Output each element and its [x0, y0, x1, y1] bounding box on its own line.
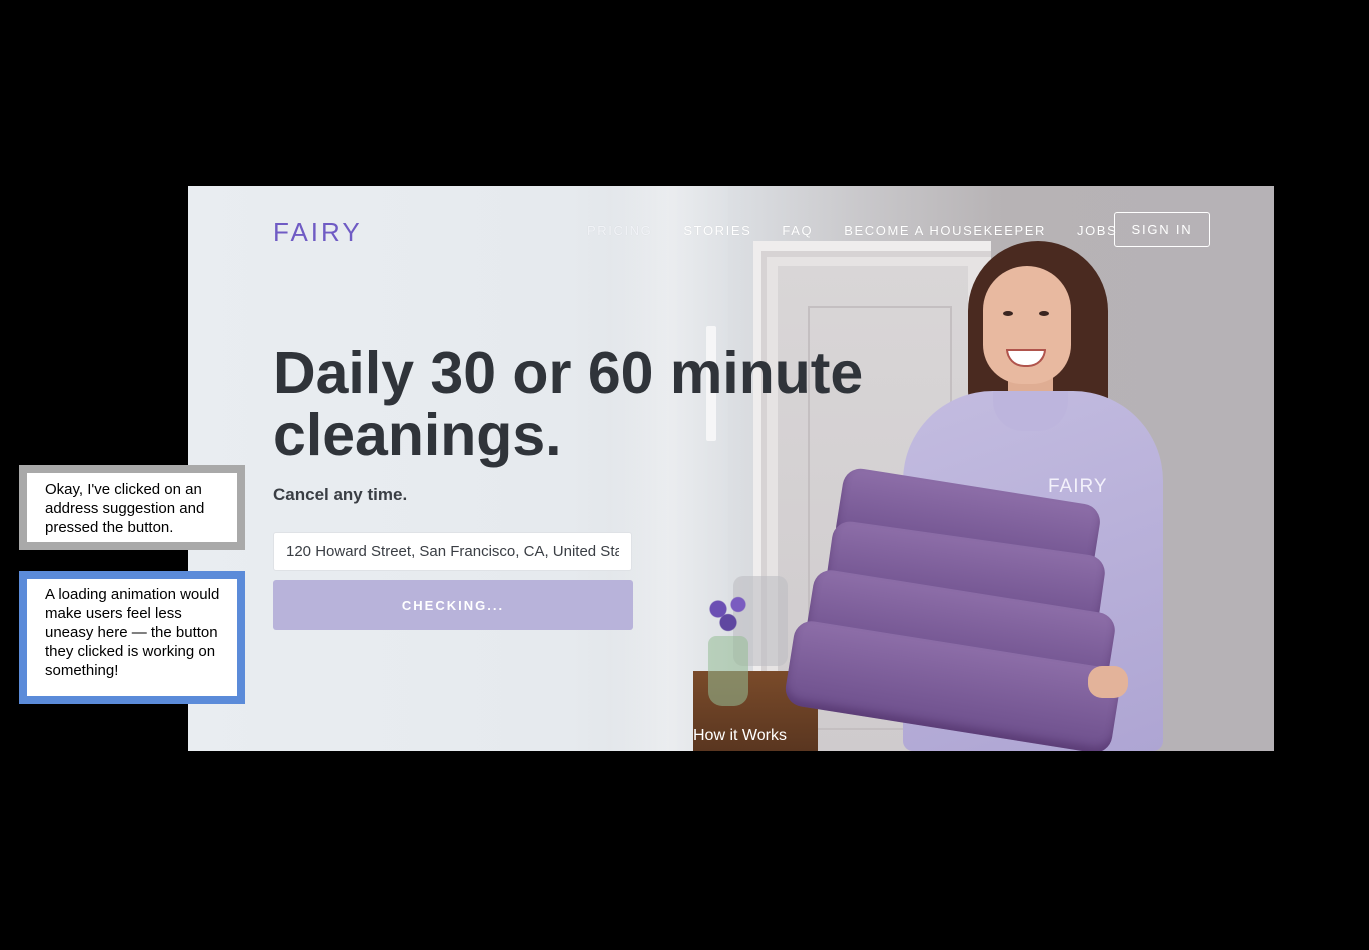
main-nav: PRICING STORIES FAQ BECOME A HOUSEKEEPER… [587, 223, 1148, 238]
nav-stories[interactable]: STORIES [683, 223, 751, 238]
nav-become-housekeeper[interactable]: BECOME A HOUSEKEEPER [844, 223, 1046, 238]
nav-jobs[interactable]: JOBS [1077, 223, 1117, 238]
sign-in-button[interactable]: SIGN IN [1114, 212, 1210, 247]
housekeeper-hand [1088, 666, 1128, 698]
annotation-note-action: Okay, I've clicked on an address suggest… [19, 465, 245, 550]
left-eye [1003, 311, 1013, 316]
right-eye [1039, 311, 1049, 316]
hero-subhead: Cancel any time. [273, 485, 408, 504]
shirt-logo: FAIRY [1048, 476, 1108, 497]
nav-pricing[interactable]: PRICING [587, 223, 652, 238]
presentation-slide: FAIRY FAIRY PRICING STORIES FAQ BECOME A… [0, 0, 1369, 950]
check-availability-button[interactable]: CHECKING... [273, 580, 633, 630]
address-input[interactable] [273, 532, 632, 571]
annotation-note-suggestion: A loading animation would make users fee… [19, 571, 245, 704]
flowers [703, 591, 753, 636]
hero-headline: Daily 30 or 60 minute cleanings. [273, 340, 864, 468]
how-it-works-link[interactable]: How it Works [693, 727, 787, 745]
nav-faq[interactable]: FAQ [782, 223, 813, 238]
fairy-logo[interactable]: FAIRY [273, 217, 363, 248]
website-screenshot: FAIRY FAIRY PRICING STORIES FAQ BECOME A… [188, 186, 1274, 751]
flower-vase [708, 636, 748, 706]
